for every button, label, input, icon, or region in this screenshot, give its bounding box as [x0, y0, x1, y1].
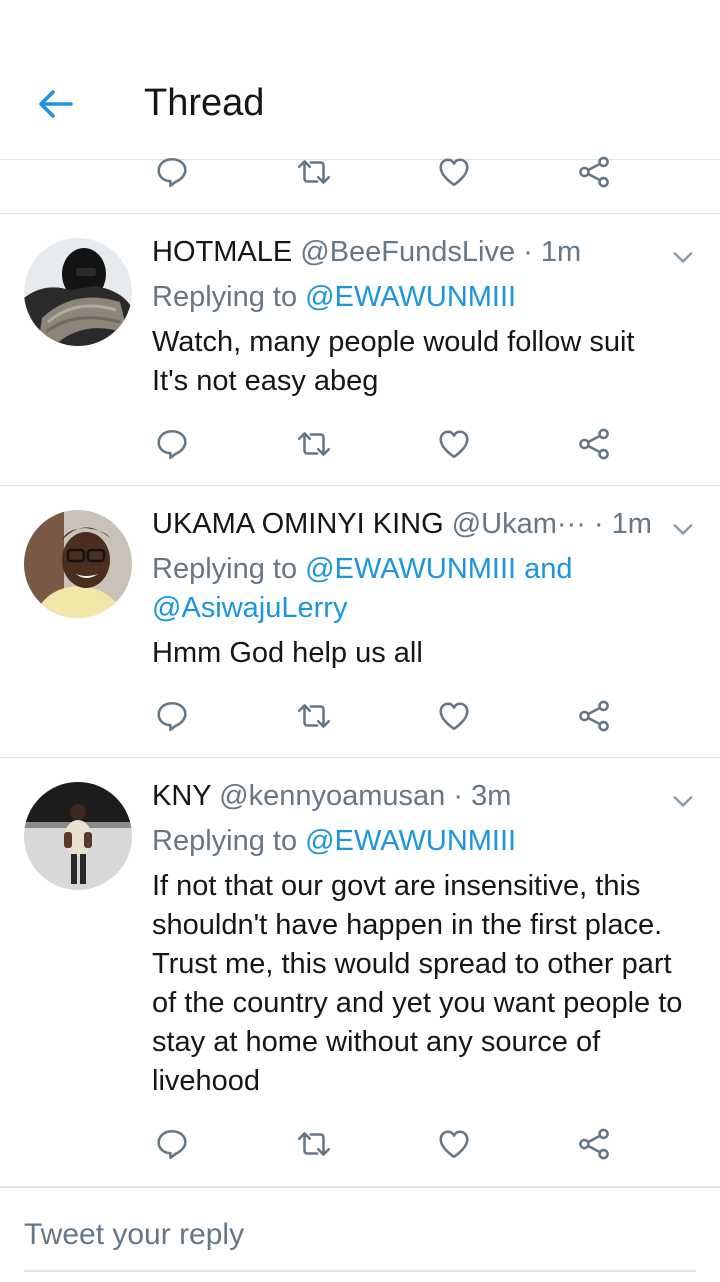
tweet[interactable]: HOTMALE @BeeFundsLive · 1m Replying to @…	[0, 214, 720, 485]
avatar-image	[24, 782, 132, 890]
mention-link[interactable]: @EWAWUNMIII	[305, 825, 516, 857]
like-button[interactable]	[432, 150, 476, 194]
author-handle[interactable]: @BeeFundsLive	[300, 236, 515, 268]
share-icon	[577, 1127, 611, 1161]
retweet-icon	[295, 699, 333, 733]
like-button[interactable]	[432, 1122, 476, 1166]
reply-composer: Tweet your reply	[0, 1186, 720, 1282]
tweet-actions	[0, 422, 720, 472]
reply-input[interactable]: Tweet your reply	[24, 1218, 244, 1252]
author-name[interactable]: KNY	[152, 780, 211, 812]
share-button[interactable]	[572, 694, 616, 738]
tweet-text-line: If not that our govt are insensitive, th…	[152, 870, 641, 902]
tweet-menu-button[interactable]	[670, 516, 696, 542]
retweet-button[interactable]	[292, 150, 336, 194]
avatar-image	[24, 510, 132, 618]
share-button[interactable]	[572, 1122, 616, 1166]
previous-tweet-actions	[0, 150, 720, 200]
tweet-text-line: shouldn't have happen in the first place…	[152, 909, 663, 941]
tweet-text: Hmm God help us all	[152, 634, 688, 673]
share-button[interactable]	[572, 150, 616, 194]
reply-icon	[155, 427, 189, 461]
replying-to-prefix: Replying to	[152, 825, 298, 857]
timestamp[interactable]: 1m	[612, 508, 652, 540]
author-name[interactable]: UKAMA OMINYI KING	[152, 508, 444, 540]
share-icon	[577, 427, 611, 461]
reply-button[interactable]	[150, 422, 194, 466]
mention-link[interactable]: @AsiwajuLerry	[152, 592, 347, 624]
like-button[interactable]	[432, 694, 476, 738]
tweet-menu-button[interactable]	[670, 788, 696, 814]
retweet-button[interactable]	[292, 694, 336, 738]
retweet-icon	[295, 155, 333, 189]
author-handle[interactable]: @kennyoamusan	[219, 780, 445, 812]
avatar-image	[24, 238, 132, 346]
tweet-body: KNY @kennyoamusan · 3m Replying to @EWAW…	[152, 778, 688, 1101]
retweet-button[interactable]	[292, 1122, 336, 1166]
share-icon	[577, 699, 611, 733]
tweet-text-line: Watch, many people would follow suit	[152, 326, 635, 358]
tweet-body: HOTMALE @BeeFundsLive · 1m Replying to @…	[152, 234, 688, 401]
tweet-text-line: of the country and yet you want people t…	[152, 987, 683, 1019]
like-icon	[437, 155, 471, 189]
reply-input-underline	[24, 1270, 696, 1272]
like-button[interactable]	[432, 422, 476, 466]
timestamp[interactable]: 3m	[471, 780, 511, 812]
reply-icon	[155, 155, 189, 189]
chevron-down-icon	[672, 246, 694, 268]
retweet-button[interactable]	[292, 422, 336, 466]
chevron-down-icon	[672, 790, 694, 812]
tweet-body: UKAMA OMINYI KING @Ukam··· · 1m Replying…	[152, 506, 688, 673]
reply-button[interactable]	[150, 1122, 194, 1166]
tweet-text-line: It's not easy abeg	[152, 365, 379, 397]
tweet[interactable]: KNY @kennyoamusan · 3m Replying to @EWAW…	[0, 758, 720, 1186]
mention-link[interactable]: @EWAWUNMIII	[305, 553, 516, 585]
tweet-actions	[0, 1122, 720, 1172]
reply-icon	[155, 1127, 189, 1161]
tweet-menu-button[interactable]	[670, 244, 696, 270]
avatar[interactable]	[24, 510, 132, 618]
avatar[interactable]	[24, 238, 132, 346]
share-button[interactable]	[572, 422, 616, 466]
replying-to: Replying to @EWAWUNMIII	[152, 822, 688, 861]
tweet-text-line: Hmm God help us all	[152, 637, 423, 669]
back-arrow-icon	[39, 90, 73, 118]
tweet-actions	[0, 694, 720, 744]
author-name[interactable]: HOTMALE	[152, 236, 292, 268]
back-button[interactable]	[34, 84, 78, 124]
share-icon	[577, 155, 611, 189]
retweet-icon	[295, 427, 333, 461]
replying-to: Replying to @EWAWUNMIII and @AsiwajuLerr…	[152, 550, 688, 628]
tweet-text-line: stay at home without any source of	[152, 1026, 601, 1058]
separator-dot: ·	[593, 508, 604, 540]
like-icon	[437, 699, 471, 733]
tweet-header: UKAMA OMINYI KING @Ukam··· · 1m	[152, 506, 688, 542]
reply-button[interactable]	[150, 150, 194, 194]
replying-to-prefix: Replying to	[152, 281, 298, 313]
reply-icon	[155, 699, 189, 733]
replying-to-and[interactable]: and	[524, 553, 572, 585]
app-header: Thread	[0, 0, 720, 160]
chevron-down-icon	[672, 518, 694, 540]
timestamp[interactable]: 1m	[541, 236, 581, 268]
separator-dot: ·	[453, 780, 464, 812]
tweet-header: HOTMALE @BeeFundsLive · 1m	[152, 234, 688, 270]
tweet-text: Watch, many people would follow suit It'…	[152, 323, 688, 401]
replying-to: Replying to @EWAWUNMIII	[152, 278, 688, 317]
mention-link[interactable]: @EWAWUNMIII	[305, 281, 516, 313]
reply-button[interactable]	[150, 694, 194, 738]
avatar[interactable]	[24, 782, 132, 890]
separator-dot: ·	[523, 236, 533, 268]
retweet-icon	[295, 1127, 333, 1161]
tweet[interactable]: UKAMA OMINYI KING @Ukam··· · 1m Replying…	[0, 486, 720, 757]
tweet-text: If not that our govt are insensitive, th…	[152, 867, 688, 1101]
tweet-header: KNY @kennyoamusan · 3m	[152, 778, 688, 814]
replying-to-prefix: Replying to	[152, 553, 298, 585]
tweet-text-line: livehood	[152, 1065, 261, 1097]
like-icon	[437, 427, 471, 461]
page-title: Thread	[144, 82, 265, 124]
author-handle[interactable]: @Ukam···	[452, 508, 586, 540]
like-icon	[437, 1127, 471, 1161]
tweet-text-line: Trust me, this would spread to other par…	[152, 948, 672, 980]
